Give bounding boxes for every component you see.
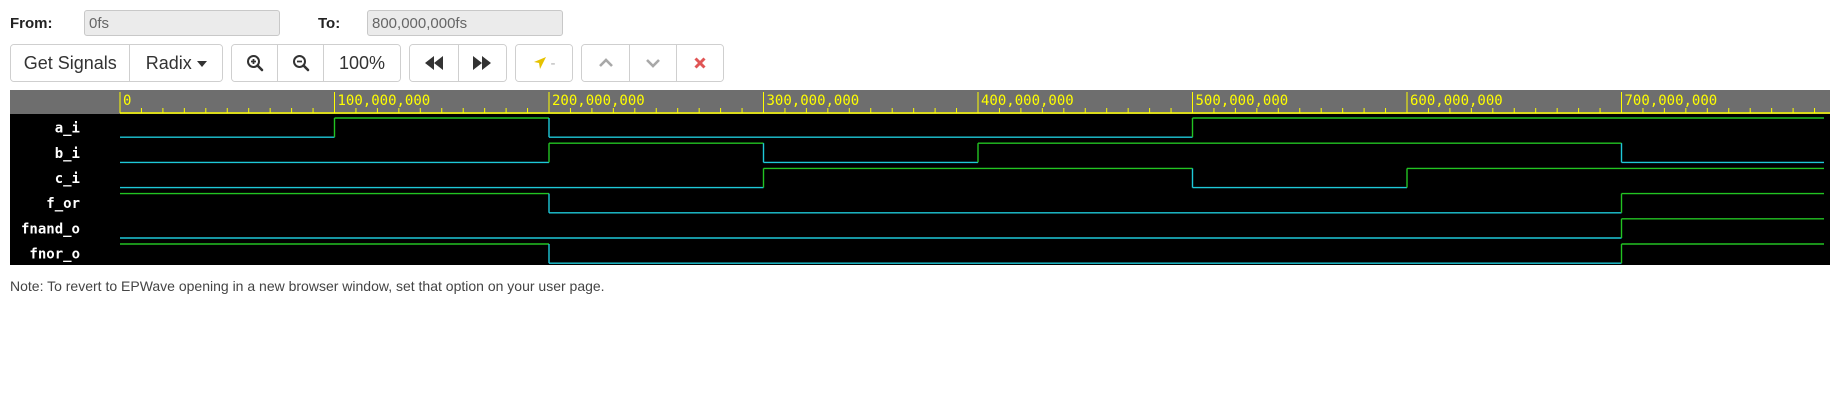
zoom-level-button[interactable]: 100% <box>324 45 400 81</box>
caret-down-icon <box>196 61 207 67</box>
ruler-tick-label: 700,000,000 <box>1625 93 1718 109</box>
signal-name-a-i[interactable]: a_i <box>55 121 80 137</box>
to-label: To: <box>318 15 341 32</box>
waveform-background <box>10 90 1830 265</box>
seek-group <box>409 44 507 82</box>
signal-name-b-i[interactable]: b_i <box>55 146 80 162</box>
signal-name-fnor-o[interactable]: fnor_o <box>29 247 80 263</box>
navigation-group <box>581 44 724 82</box>
ruler-tick-label: 400,000,000 <box>981 93 1074 109</box>
previous-button[interactable] <box>582 45 630 81</box>
zoom-level: 100% <box>338 52 386 73</box>
zoom-out-icon <box>292 55 309 72</box>
chevron-down-icon <box>646 59 660 68</box>
rewind-button[interactable] <box>410 45 459 81</box>
marker-group: - <box>515 44 573 82</box>
ruler-tick-label: 200,000,000 <box>552 93 645 109</box>
marker-arrow-icon <box>533 57 546 69</box>
fast-forward-icon <box>473 56 492 70</box>
zoom-group: 100% <box>231 44 401 82</box>
rewind-icon <box>424 56 443 70</box>
chevron-up-icon <box>598 58 613 67</box>
next-button[interactable] <box>630 45 677 81</box>
zoom-in-icon <box>246 55 263 72</box>
ruler-tick-label: 500,000,000 <box>1196 93 1289 109</box>
ruler-tick-label: 0 <box>123 93 131 109</box>
close-icon <box>694 57 706 69</box>
note-text: Note: To revert to EPWave opening in a n… <box>10 278 605 294</box>
signals-group: Get Signals Radix <box>10 44 223 82</box>
from-input[interactable] <box>84 10 280 36</box>
fast-forward-button[interactable] <box>458 45 506 81</box>
zoom-out-button[interactable] <box>278 45 324 81</box>
get-signals-button[interactable]: Get Signals <box>11 45 131 81</box>
signal-name-c-i[interactable]: c_i <box>55 171 80 187</box>
waveform-viewer[interactable]: 0 100,000,000 200,000,000 300,000,000 400,00… <box>10 90 1830 265</box>
signal-name-fnand-o[interactable]: fnand_o <box>21 221 80 237</box>
ruler-tick-label: 300,000,000 <box>767 93 860 109</box>
get-signals-label: Get Signals <box>23 52 117 73</box>
ruler-tick-label: 600,000,000 <box>1410 93 1503 109</box>
ruler-tick-label: 100,000,000 <box>338 93 431 109</box>
radix-label: Radix <box>145 52 192 73</box>
to-input[interactable] <box>367 10 563 36</box>
clear-button[interactable] <box>677 45 723 81</box>
zoom-in-button[interactable] <box>232 45 278 81</box>
radix-button[interactable]: Radix <box>130 45 222 81</box>
marker-label: - <box>550 54 556 72</box>
signal-name-f-or[interactable]: f_or <box>46 196 80 212</box>
from-label: From: <box>10 15 53 32</box>
marker-button[interactable]: - <box>516 45 572 81</box>
